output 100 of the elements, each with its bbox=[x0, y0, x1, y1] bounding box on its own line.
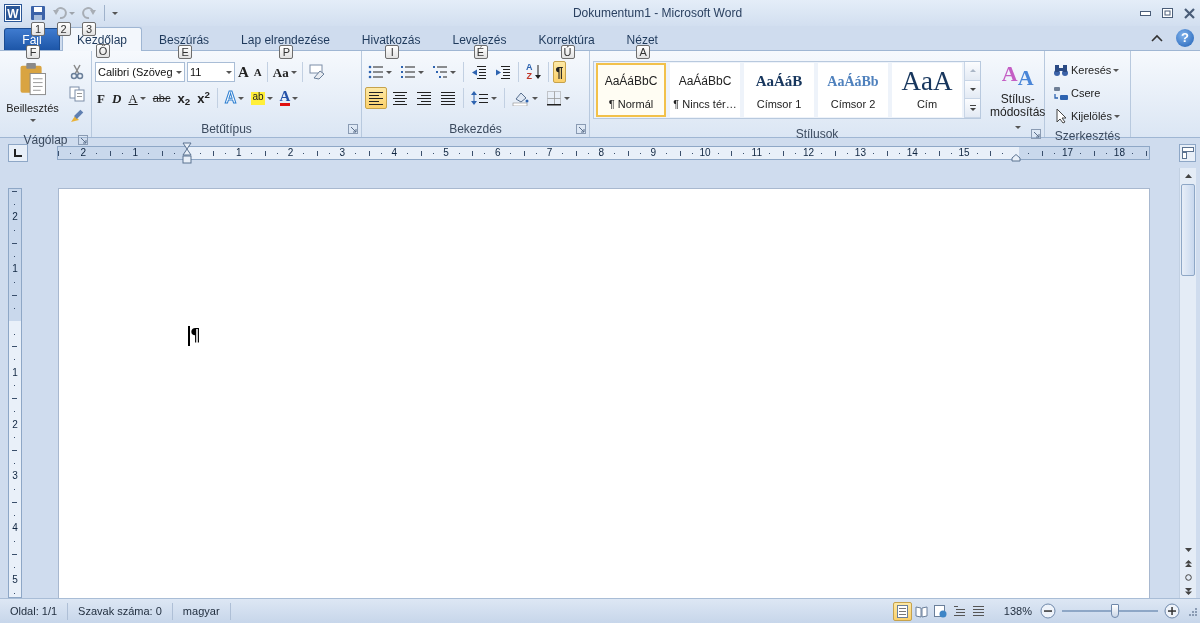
undo-icon bbox=[52, 5, 68, 21]
superscript-button[interactable]: x$^{2}$ bbox=[195, 87, 212, 109]
show-marks-button[interactable]: ¶ bbox=[552, 61, 567, 83]
caret-icon bbox=[292, 96, 299, 100]
word-count[interactable]: Szavak száma: 0 bbox=[68, 602, 173, 620]
shrink-font-button[interactable]: A bbox=[251, 61, 264, 83]
grow-font-button[interactable]: A bbox=[236, 61, 251, 83]
font-size-field[interactable]: 11 bbox=[187, 62, 235, 82]
dialog-launcher-button[interactable] bbox=[78, 135, 88, 145]
left-tab-icon bbox=[13, 148, 23, 158]
ruler-number: 11 bbox=[751, 147, 762, 159]
window-title: Dokumentum1 - Microsoft Word bbox=[571, 5, 744, 22]
resize-grip-icon bbox=[1186, 605, 1198, 617]
zoom-level: 138% bbox=[1003, 603, 1032, 619]
print-layout-button[interactable] bbox=[892, 601, 912, 621]
font-name-field[interactable]: Calibri (Szöveg bbox=[95, 62, 185, 82]
plus-icon bbox=[1164, 603, 1180, 619]
double-down-icon bbox=[1183, 587, 1193, 595]
cursor-icon bbox=[1053, 108, 1069, 124]
dialog-launcher-button[interactable] bbox=[348, 124, 358, 134]
double-up-icon bbox=[1183, 559, 1193, 567]
copy-icon bbox=[69, 86, 85, 102]
ruler-number: 2 bbox=[11, 211, 19, 224]
paint-bucket-icon bbox=[512, 90, 530, 106]
ruler-number: 5 bbox=[443, 147, 449, 159]
ruler-number: 2 bbox=[80, 147, 87, 159]
more-styles-button[interactable] bbox=[965, 99, 980, 118]
subscript-button[interactable]: x$_{2}$ bbox=[175, 87, 193, 109]
language-indicator[interactable]: magyar bbox=[172, 602, 231, 620]
caret-icon bbox=[29, 119, 36, 122]
ruler-number: 17 bbox=[1062, 147, 1074, 159]
caret-icon bbox=[139, 96, 146, 100]
caret-icon bbox=[176, 70, 182, 74]
find-button[interactable]: Keresés bbox=[1050, 59, 1123, 81]
app-icon[interactable]: W bbox=[5, 5, 21, 21]
zoom-in-button[interactable] bbox=[1164, 603, 1180, 619]
ruler-number: 4 bbox=[391, 147, 397, 159]
strikethrough-button[interactable]: abc bbox=[150, 87, 173, 109]
decrease-indent-icon bbox=[471, 64, 487, 80]
view-ruler-button[interactable] bbox=[1179, 144, 1196, 162]
align-right-icon bbox=[416, 90, 432, 106]
change-styles-button[interactable]: AA Stílus-módosítás bbox=[989, 59, 1047, 125]
scrollbar-thumb[interactable] bbox=[1181, 184, 1195, 276]
style-item[interactable]: AaÁáBb Címsor 2 bbox=[818, 63, 888, 117]
globe-page-icon bbox=[933, 604, 947, 618]
caret-icon bbox=[266, 96, 273, 100]
page-indicator[interactable]: Oldal: 1/1 bbox=[0, 602, 69, 620]
caret-icon bbox=[112, 11, 118, 15]
ruler-number: 12 bbox=[803, 147, 815, 159]
ruler-number: 4 bbox=[11, 522, 19, 535]
slider-thumb[interactable] bbox=[1110, 604, 1119, 618]
bullet-list-icon bbox=[368, 64, 384, 80]
replace-icon bbox=[1053, 85, 1069, 101]
font-color-button[interactable]: A bbox=[277, 87, 301, 109]
ruler-number: 5 bbox=[11, 574, 19, 586]
ruler-number: 1 bbox=[11, 366, 19, 379]
ruler-number: 1 bbox=[11, 263, 19, 276]
align-left-button[interactable] bbox=[365, 87, 387, 109]
bold-button[interactable]: F bbox=[95, 87, 107, 109]
change-case-button[interactable]: Aa bbox=[270, 61, 299, 83]
minimize-icon bbox=[1139, 10, 1151, 16]
select-button[interactable]: Kijelölés bbox=[1050, 105, 1123, 127]
style-item[interactable]: AaÁáBbC ¶ Nincs tér… bbox=[670, 63, 740, 117]
book-icon bbox=[914, 604, 928, 618]
close-icon bbox=[1183, 7, 1195, 19]
expand-icon bbox=[968, 104, 977, 112]
ruler-number: 8 bbox=[598, 147, 605, 159]
key-tip: 3 bbox=[82, 22, 96, 36]
line-spacing-icon bbox=[471, 90, 489, 106]
zoom-out-button[interactable] bbox=[1040, 603, 1056, 619]
group-label: Betűtípus bbox=[201, 122, 252, 136]
paragraph-mark: ¶ bbox=[190, 324, 201, 348]
style-item[interactable]: AaÁáBbC ¶ Normál bbox=[596, 63, 666, 117]
key-tip: I bbox=[385, 45, 400, 59]
sort-button[interactable]: A Z bbox=[523, 61, 544, 83]
ruler-icon bbox=[1181, 147, 1194, 159]
caret-icon bbox=[1014, 126, 1021, 129]
caret-icon bbox=[491, 96, 497, 100]
paste-button[interactable]: Beillesztés bbox=[3, 59, 62, 125]
launcher-icon bbox=[78, 135, 88, 145]
page-icon bbox=[895, 604, 909, 618]
ruler-number: 1 bbox=[132, 147, 138, 159]
align-center-icon bbox=[392, 90, 408, 106]
down-arrow-icon bbox=[1183, 545, 1193, 553]
dialog-launcher-button[interactable] bbox=[1031, 129, 1041, 139]
replace-button[interactable]: Csere bbox=[1050, 82, 1123, 104]
ruler-number: 13 bbox=[854, 147, 866, 159]
style-item[interactable]: AaÁáB Címsor 1 bbox=[744, 63, 814, 117]
dialog-launcher-button[interactable] bbox=[576, 124, 586, 134]
highlight-button[interactable]: ab bbox=[249, 87, 275, 109]
italic-button[interactable]: D bbox=[109, 87, 124, 109]
outline-icon bbox=[952, 604, 966, 618]
caret-icon bbox=[238, 96, 245, 100]
style-item[interactable]: AaA Cím bbox=[892, 63, 962, 117]
copy-button[interactable] bbox=[66, 83, 88, 105]
down-arrow-icon bbox=[968, 86, 977, 93]
key-tip: 1 bbox=[31, 22, 45, 36]
caret-icon bbox=[564, 96, 570, 100]
underline-button[interactable]: A bbox=[126, 87, 148, 109]
ruler-number: 7 bbox=[546, 147, 553, 159]
